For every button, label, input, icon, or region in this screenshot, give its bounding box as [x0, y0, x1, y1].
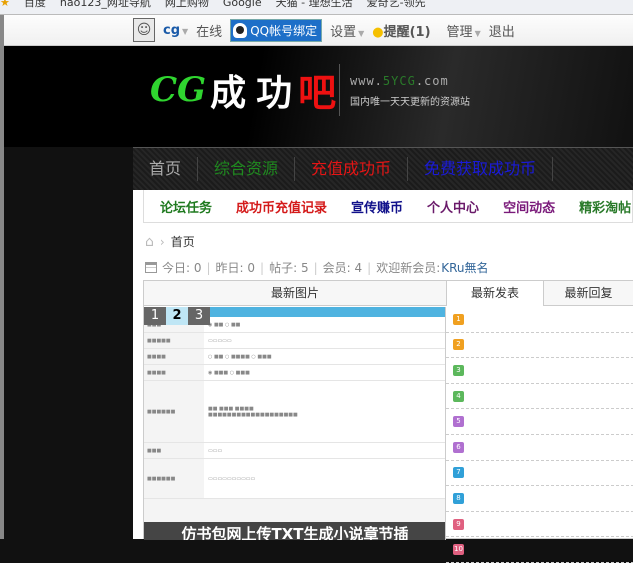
nav-item[interactable]: 免费获取成功币 [408, 157, 554, 181]
subnav-item[interactable]: 论坛任务 [144, 197, 220, 216]
manage-menu[interactable]: 管理 ▼ [447, 21, 481, 40]
settings-menu[interactable]: 设置 ▼ [330, 21, 364, 40]
username-link[interactable]: cg ▼ [163, 23, 188, 38]
new-member-link[interactable]: KRu無名 [441, 259, 488, 276]
rank-badge: 2 [453, 339, 464, 351]
rank-badge: 4 [453, 390, 464, 402]
list-item[interactable]: 2 [446, 333, 633, 359]
site-logo[interactable]: CG 成 功 吧 [150, 62, 336, 117]
username: cg [163, 22, 181, 38]
rank-badge: 5 [453, 416, 464, 428]
subnav-item[interactable]: 精彩淘帖 [563, 197, 632, 216]
home-icon[interactable]: ⌂ [145, 234, 154, 250]
chevron-down-icon: ▼ [474, 28, 481, 38]
list-item[interactable]: 8 [446, 486, 633, 512]
notify-label: 提醒(1) [383, 24, 431, 40]
latest-images-header: 最新图片 [144, 281, 446, 306]
lightbulb-icon: ● [372, 24, 384, 40]
url-domain: 5YCG [382, 74, 416, 88]
list-item[interactable]: 4 [446, 384, 633, 410]
site-slogan: 国内唯一天天更新的资源站 [350, 97, 470, 108]
tab-latest-replies[interactable]: 最新回复 [543, 281, 633, 306]
url-suffix: .com [415, 74, 449, 88]
slide-indicator[interactable]: 1 [144, 307, 166, 325]
latest-posts-list: 1 2 3 4 5 6 7 8 9 10 [446, 307, 633, 563]
list-item[interactable]: 10 [446, 537, 633, 563]
user-toolbar: ☺ cg ▼ 在线 QQ帐号绑定 设置 ▼ ●提醒(1) 管理 ▼ 退出 [4, 15, 633, 46]
nav-item[interactable]: 首页 [133, 157, 199, 181]
bookmark-item[interactable]: Google [223, 0, 262, 9]
list-item[interactable]: 6 [446, 435, 633, 461]
qq-penguin-icon [233, 22, 248, 38]
post-tabs: 最新发表 最新回复 [446, 281, 633, 306]
logo-text-2: 功 [256, 72, 299, 114]
slideshow-image[interactable]: ■■■◉ ■■ ○ ■■ ■■■■■▭▭▭▭▭ ■■■■○ ■■ ○ ■■■■ … [144, 307, 446, 540]
rank-badge: 3 [453, 364, 464, 376]
stat-posts: 帖子: 5 [269, 261, 309, 275]
stats-icon [145, 262, 157, 273]
logout-link[interactable]: 退出 [489, 21, 515, 40]
rank-badge: 7 [453, 467, 464, 479]
subnav-item[interactable]: 宣传赚币 [335, 197, 411, 216]
subnav-item[interactable]: 成功币充值记录 [220, 197, 335, 216]
logo-mark: CG [150, 69, 207, 110]
stat-today: 今日: 0 [162, 261, 202, 275]
nav-item[interactable]: 充值成功币 [295, 157, 409, 181]
slide-indicator[interactable]: 3 [188, 307, 210, 325]
list-item[interactable]: 5 [446, 409, 633, 435]
logo-text-3: 吧 [298, 71, 337, 115]
list-item[interactable]: 3 [446, 358, 633, 384]
slide-caption[interactable]: 仿书包网上传TXT生成小说章节插 [144, 522, 445, 540]
notify-link[interactable]: ●提醒(1) [372, 21, 430, 40]
main-nav: 首页 综合资源 充值成功币 免费获取成功币 [133, 147, 633, 190]
manage-label: 管理 [446, 24, 473, 40]
avatar[interactable]: ☺ [133, 18, 155, 42]
stat-members: 会员: 4 [322, 261, 363, 275]
breadcrumb-current[interactable]: 首页 [171, 233, 195, 250]
bookmark-star-icon[interactable]: ★ [0, 0, 10, 9]
list-item[interactable]: 1 [446, 307, 633, 333]
nav-item[interactable]: 综合资源 [198, 157, 296, 181]
settings-label: 设置 [330, 24, 357, 40]
sub-nav: 论坛任务成功币充值记录宣传赚币个人中心空间动态精彩淘帖我 [143, 190, 633, 223]
bookmark-item[interactable]: 天猫 - 理想生活 [276, 0, 353, 10]
portal-box: 最新图片 最新发表 最新回复 ■■■◉ ■■ ○ ■■ ■■■■■▭▭▭▭▭ ■… [143, 280, 633, 563]
slide-indicators: 123 [144, 307, 210, 325]
logo-text-1: 成 [210, 72, 253, 114]
online-status[interactable]: 在线 [196, 21, 222, 40]
url-prefix: www. [350, 74, 383, 88]
site-url: www.5YCG.com [350, 74, 449, 88]
rank-badge: 8 [453, 492, 464, 504]
main-content: 论坛任务成功币充值记录宣传赚币个人中心空间动态精彩淘帖我 ⌂ › 首页 今日: … [133, 190, 633, 563]
list-item[interactable]: 9 [446, 512, 633, 538]
bookmark-item[interactable]: 百度 [24, 0, 46, 10]
header-divider [339, 64, 340, 116]
chevron-down-icon: ▼ [182, 26, 189, 36]
bookmark-item[interactable]: hao123_网址导航 [60, 0, 151, 10]
subnav-item[interactable]: 个人中心 [411, 197, 487, 216]
bookmarks-bar: ★ 百度 hao123_网址导航 网上购物 Google 天猫 - 理想生活 爱奇艺-领先 [0, 0, 633, 15]
forum-stats: 今日: 0 | 昨日: 0 | 帖子: 5 | 会员: 4 | 欢迎新会员: KRu無名 [145, 259, 489, 276]
bookmark-item[interactable]: 爱奇艺-领先 [367, 0, 426, 10]
chevron-right-icon: › [159, 234, 165, 249]
chevron-down-icon: ▼ [358, 28, 365, 38]
subnav-item[interactable]: 空间动态 [487, 197, 563, 216]
qq-bind-label: QQ帐号绑定 [250, 23, 318, 38]
breadcrumb: ⌂ › 首页 [145, 233, 195, 250]
slide-indicator[interactable]: 2 [166, 307, 188, 325]
tab-latest-posts[interactable]: 最新发表 [446, 281, 543, 306]
rank-badge: 10 [453, 544, 464, 556]
stat-welcome: 欢迎新会员: [376, 261, 441, 275]
rank-badge: 9 [453, 518, 464, 530]
bookmark-item[interactable]: 网上购物 [165, 0, 209, 10]
rank-badge: 6 [453, 441, 464, 453]
qq-bind-button[interactable]: QQ帐号绑定 [230, 18, 323, 42]
rank-badge: 1 [453, 313, 464, 325]
list-item[interactable]: 7 [446, 461, 633, 487]
stat-yesterday: 昨日: 0 [215, 261, 256, 275]
